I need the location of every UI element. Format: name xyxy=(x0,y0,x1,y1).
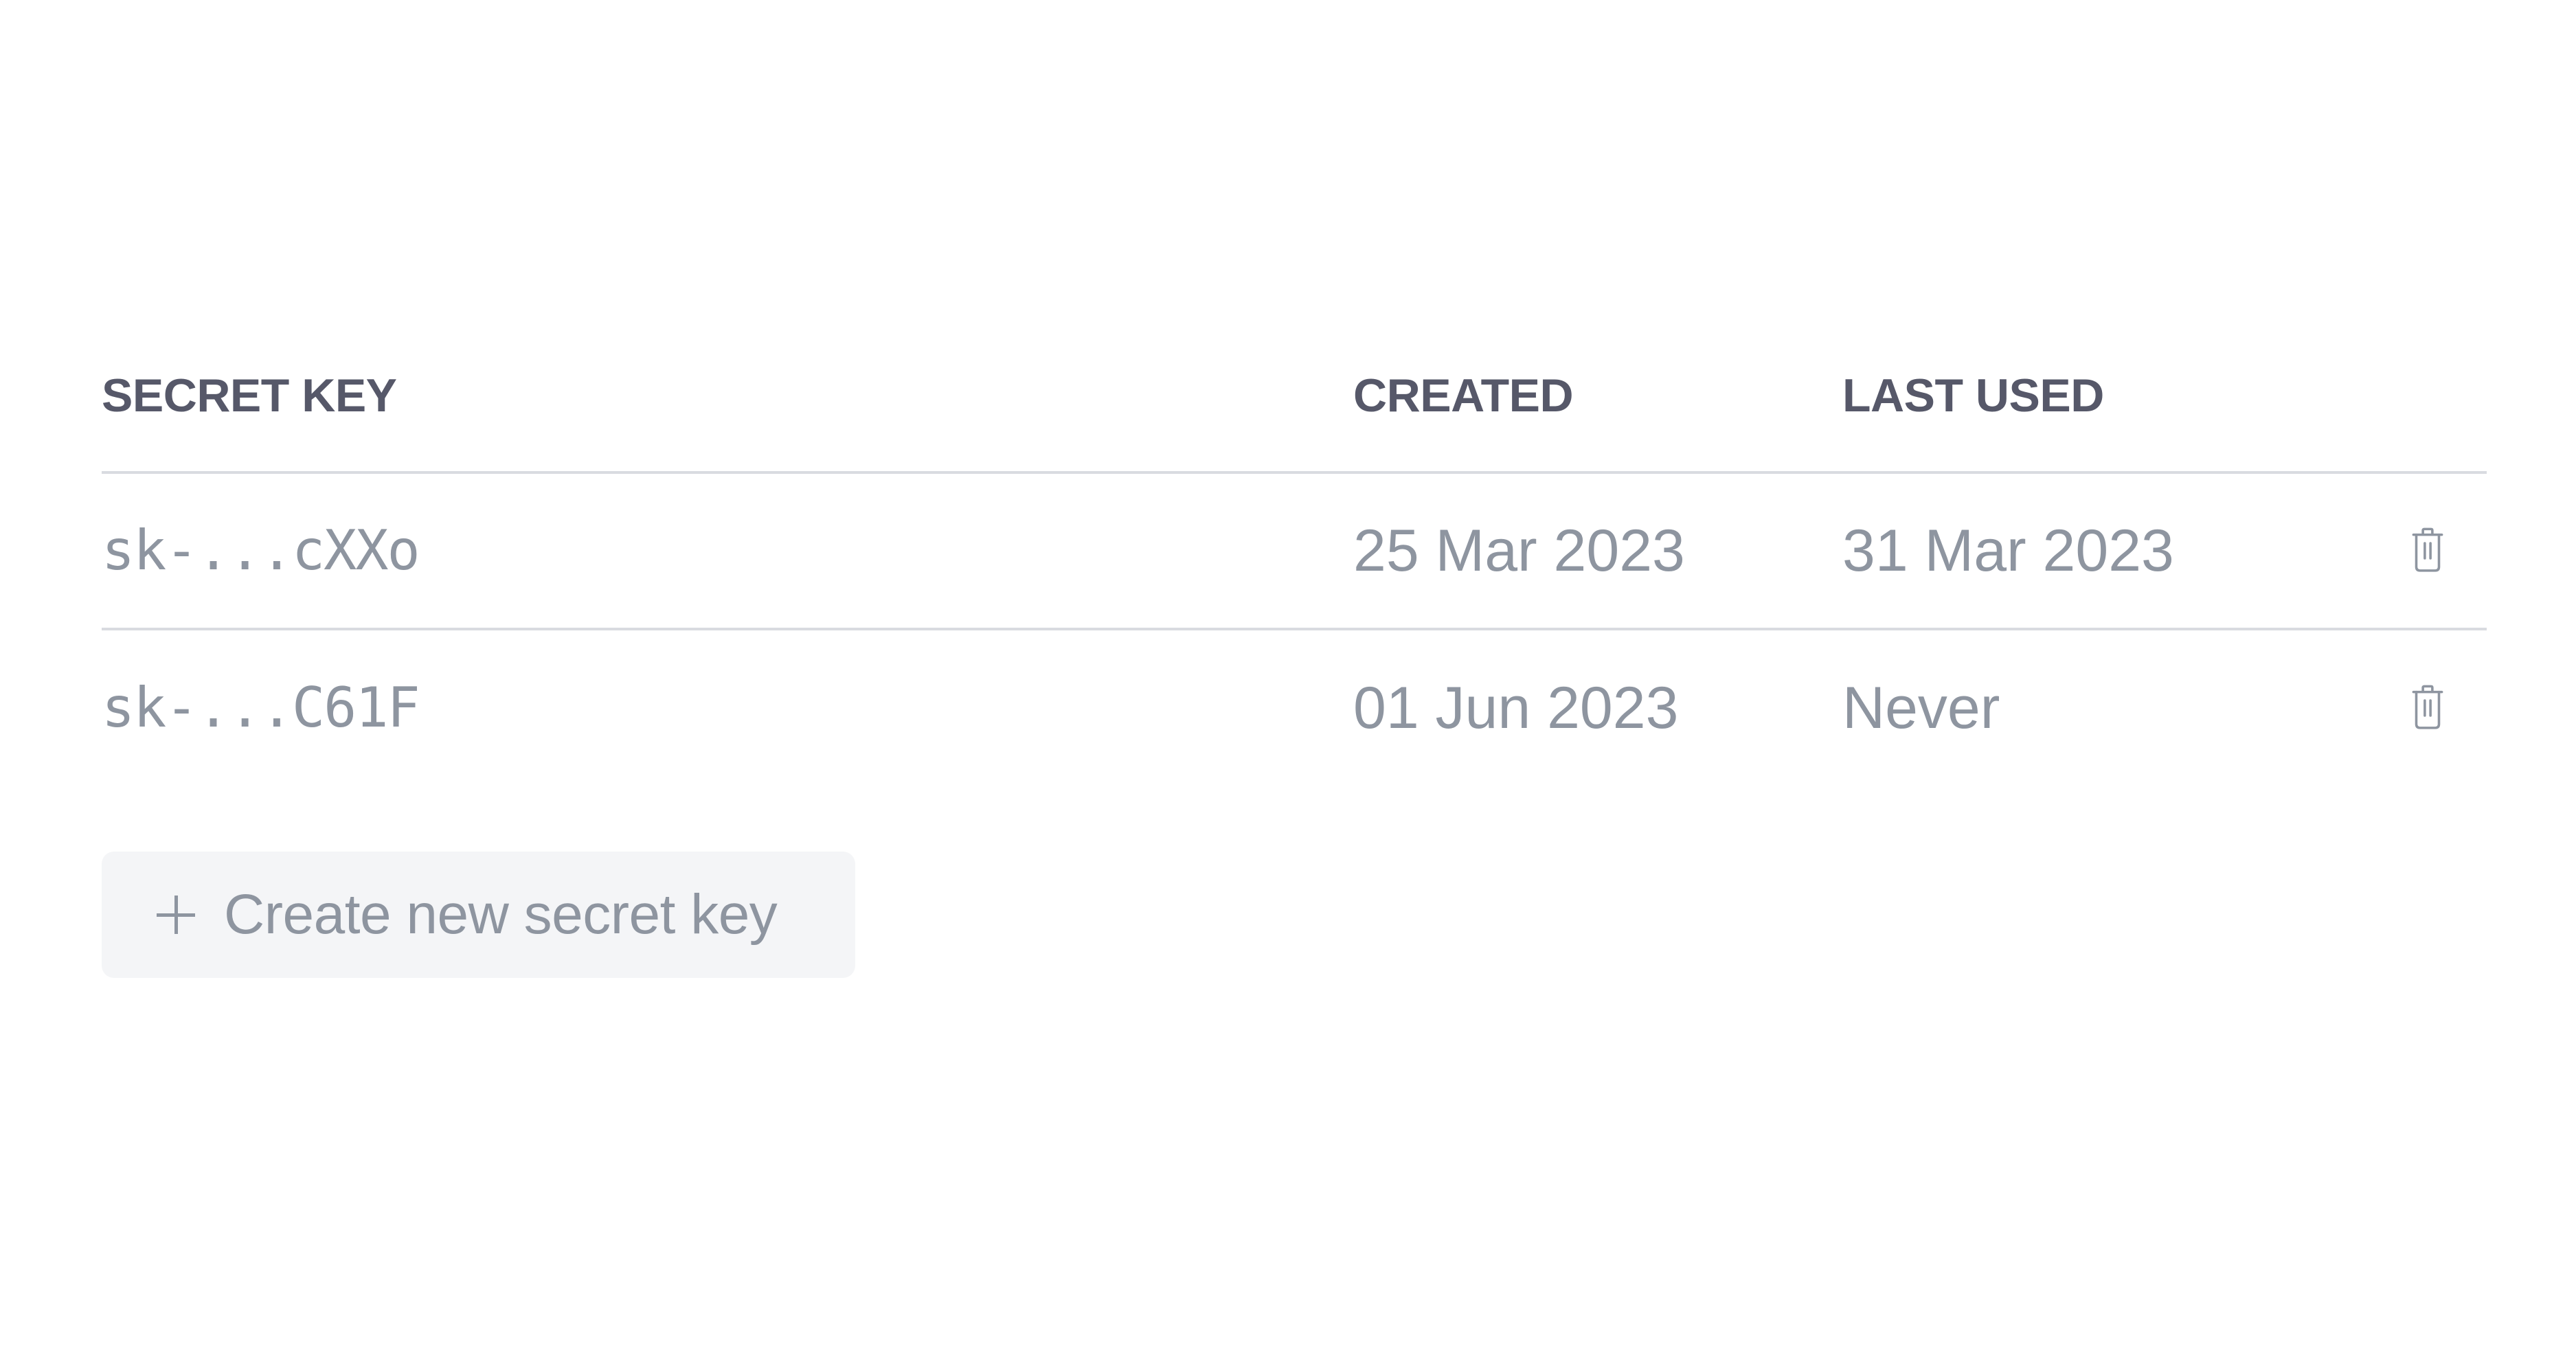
trash-icon xyxy=(2412,527,2443,572)
created-date: 01 Jun 2023 xyxy=(1353,675,1679,741)
create-new-secret-key-button[interactable]: Create new secret key xyxy=(102,852,855,978)
last-used-date: Never xyxy=(1842,675,2000,741)
table-header: SECRET KEY CREATED LAST USED xyxy=(102,343,2487,474)
api-keys-table: SECRET KEY CREATED LAST USED sk-...cXXo … xyxy=(102,343,2487,786)
table-row: sk-...C61F 01 Jun 2023 Never xyxy=(102,630,2487,786)
delete-key-button[interactable] xyxy=(2400,681,2455,735)
table-row: sk-...cXXo 25 Mar 2023 31 Mar 2023 xyxy=(102,474,2487,630)
secret-key-value: sk-...C61F xyxy=(102,676,420,740)
created-date: 25 Mar 2023 xyxy=(1353,518,1685,584)
trash-icon xyxy=(2412,685,2443,729)
last-used-date: 31 Mar 2023 xyxy=(1842,518,2174,584)
create-button-label: Create new secret key xyxy=(224,883,778,946)
plus-icon xyxy=(155,894,196,935)
column-header-last-used: LAST USED xyxy=(1842,369,2104,422)
column-header-created: CREATED xyxy=(1353,369,1574,422)
secret-key-value: sk-...cXXo xyxy=(102,518,420,582)
delete-key-button[interactable] xyxy=(2400,523,2455,578)
column-header-secret-key: SECRET KEY xyxy=(102,369,397,422)
